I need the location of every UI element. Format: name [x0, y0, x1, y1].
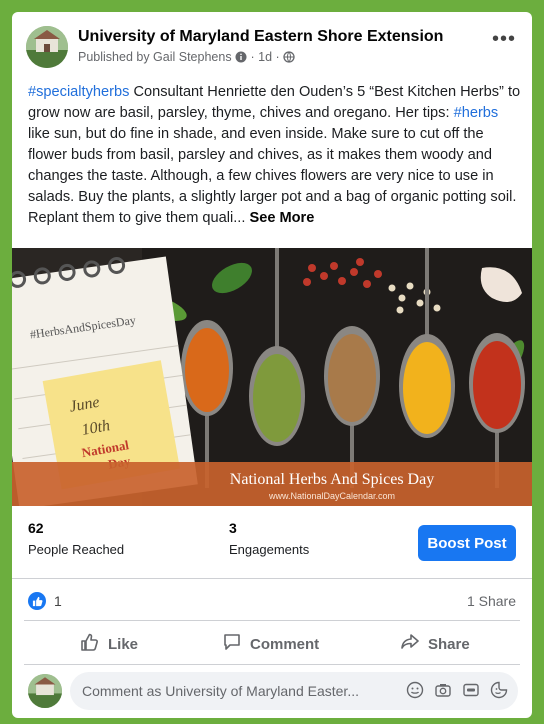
see-more-link[interactable]: See More	[249, 210, 314, 226]
comment-label: Comment	[250, 635, 320, 653]
post-text: #specialtyherbs Consultant Henriette den…	[28, 82, 524, 229]
comment-tools	[406, 681, 508, 699]
post-card: University of Maryland Eastern Shore Ext…	[12, 12, 532, 718]
post-time[interactable]: · 1d ·	[251, 50, 280, 64]
published-by[interactable]: Published by Gail Stephens	[78, 50, 232, 64]
share-count[interactable]: 1 Share	[467, 593, 516, 609]
divider	[24, 664, 520, 665]
hashtag-link[interactable]: #herbs	[454, 105, 499, 121]
globe-icon[interactable]	[283, 50, 295, 64]
reaction-summary[interactable]: 1	[28, 592, 62, 610]
info-icon[interactable]	[235, 50, 247, 64]
comment-placeholder: Comment as University of Maryland Easter…	[82, 683, 359, 699]
hashtag-link[interactable]: #specialtyherbs	[28, 84, 129, 100]
emoji-icon[interactable]	[406, 681, 424, 699]
page-name[interactable]: University of Maryland Eastern Shore Ext…	[78, 28, 443, 46]
divider	[12, 578, 532, 579]
comment-composer: Comment as University of Maryland Easter…	[12, 670, 532, 716]
like-count: 1	[54, 593, 62, 609]
camera-icon[interactable]	[434, 681, 452, 699]
boost-post-button[interactable]: Boost Post	[418, 525, 516, 561]
commenter-avatar[interactable]	[28, 674, 62, 708]
reached-count: 62	[28, 520, 44, 536]
sticker-icon[interactable]	[490, 681, 508, 699]
like-button[interactable]: Like	[80, 628, 138, 660]
engagements-count: 3	[229, 520, 237, 536]
comment-icon	[222, 632, 242, 656]
gif-icon[interactable]	[462, 681, 480, 699]
share-icon	[400, 632, 420, 656]
reached-label: People Reached	[28, 542, 125, 557]
banner-url: www.NationalDayCalendar.com	[268, 491, 395, 501]
comment-input[interactable]: Comment as University of Maryland Easter…	[70, 672, 518, 710]
thumbs-up-icon	[80, 632, 100, 656]
banner-title: National Herbs And Spices Day	[230, 471, 434, 488]
share-label: Share	[428, 635, 470, 653]
post-byline: Published by Gail Stephens · 1d ·	[78, 50, 295, 64]
share-button[interactable]: Share	[400, 628, 470, 660]
comment-button[interactable]: Comment	[222, 628, 319, 660]
post-image[interactable]: #HerbsAndSpicesDay June 10th National Da…	[12, 248, 532, 510]
post-header: University of Maryland Eastern Shore Ext…	[12, 12, 532, 78]
like-label: Like	[108, 635, 139, 653]
divider	[24, 620, 520, 621]
more-options-icon[interactable]: •••	[492, 29, 516, 49]
engagements-label: Engagements	[229, 542, 310, 557]
like-reaction-icon	[28, 592, 46, 610]
page-avatar[interactable]	[26, 26, 68, 68]
action-bar: Like Comment Share	[12, 628, 532, 660]
